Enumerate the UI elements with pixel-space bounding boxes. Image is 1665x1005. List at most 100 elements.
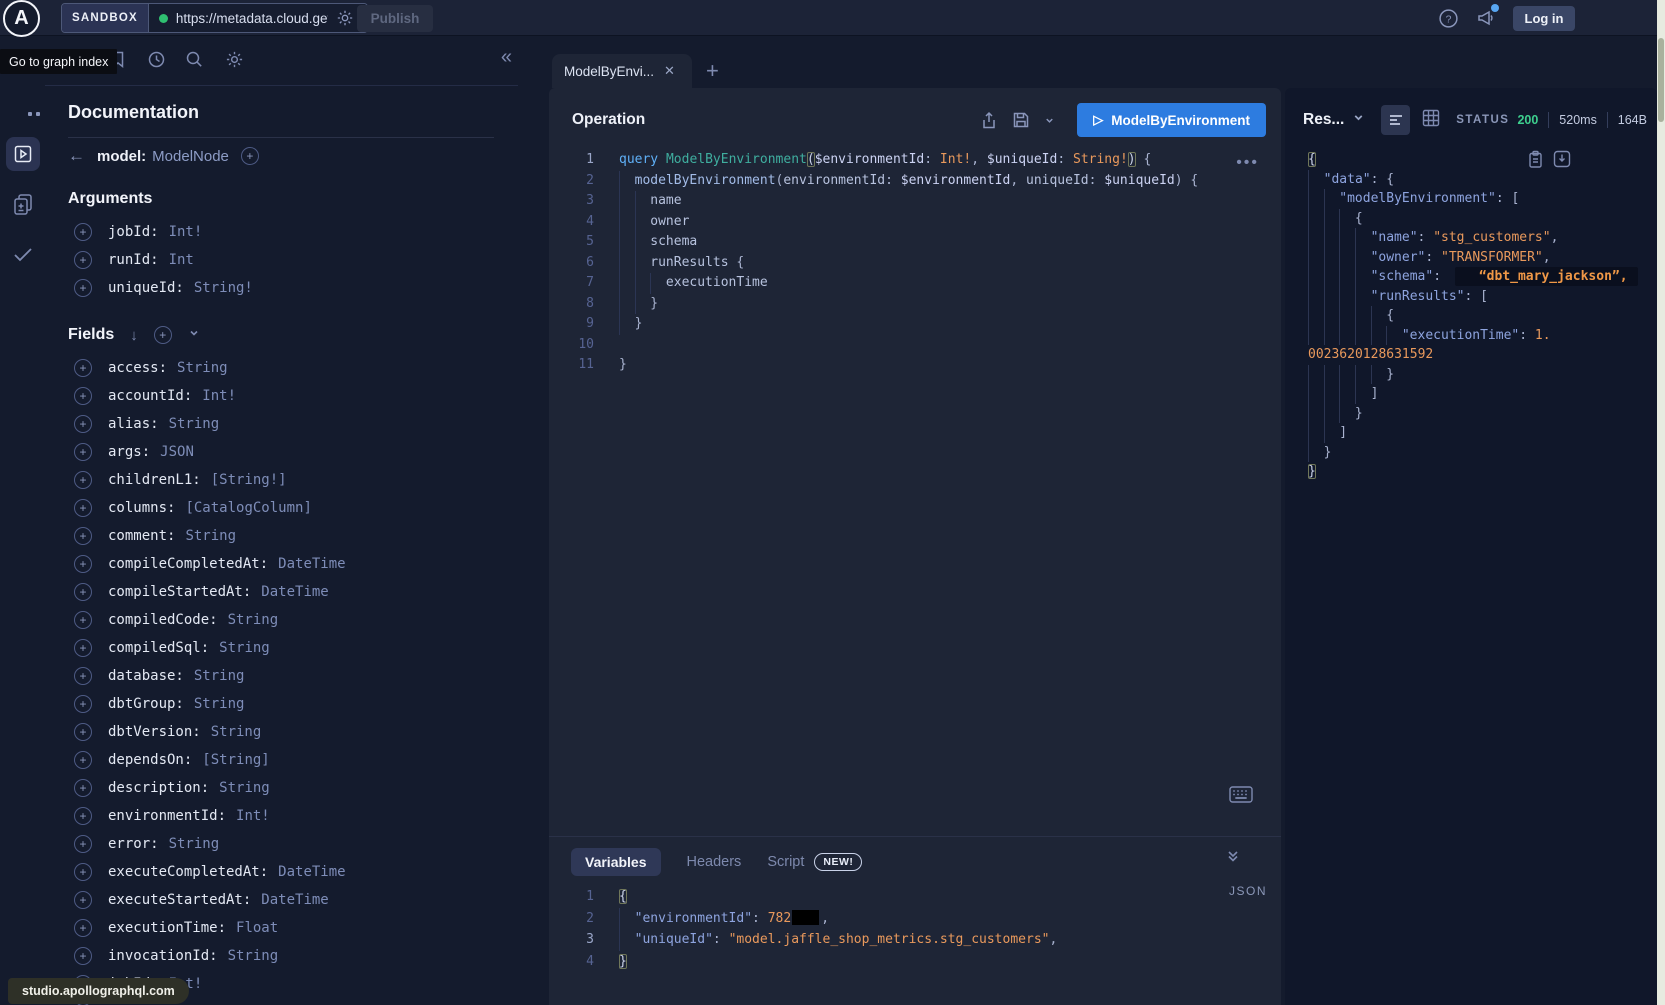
add-field-icon[interactable]: + xyxy=(74,387,92,405)
sandbox-badge[interactable]: SANDBOX xyxy=(62,4,149,32)
add-field-icon[interactable]: + xyxy=(74,863,92,881)
add-model-field-icon[interactable]: + xyxy=(241,147,259,165)
add-field-icon[interactable]: + xyxy=(74,891,92,909)
announcements-megaphone-icon[interactable] xyxy=(1475,7,1497,29)
field-type[interactable]: String xyxy=(228,948,279,964)
field-row: + dependsOn: [String] xyxy=(68,746,494,774)
field-type[interactable]: DateTime xyxy=(261,892,328,908)
add-field-icon[interactable]: + xyxy=(74,779,92,797)
add-field-icon[interactable]: + xyxy=(74,611,92,629)
settings-gear-icon[interactable] xyxy=(225,50,244,69)
argument-type[interactable]: Int xyxy=(169,252,194,268)
add-field-icon[interactable]: + xyxy=(74,835,92,853)
field-type[interactable]: String xyxy=(194,696,245,712)
endpoint-url-input[interactable]: https://metadata.cloud.get xyxy=(176,11,328,26)
tab-script[interactable]: Script xyxy=(767,854,804,870)
formatted-view-icon[interactable] xyxy=(1381,105,1410,135)
apollo-logo[interactable]: A xyxy=(3,0,40,37)
close-tab-icon[interactable]: ✕ xyxy=(664,63,675,79)
add-field-icon[interactable]: + xyxy=(74,555,92,573)
field-type[interactable]: String xyxy=(228,612,279,628)
field-type[interactable]: String xyxy=(177,360,228,376)
variables-editor[interactable]: 1{2"environmentId": 782,3"uniqueId": "mo… xyxy=(549,886,1281,972)
field-type[interactable]: Float xyxy=(236,920,278,936)
sort-fields-icon[interactable]: ↓ xyxy=(130,327,138,344)
field-name: access: xyxy=(108,360,167,376)
add-argument-icon[interactable]: + xyxy=(74,223,92,241)
argument-name: jobId: xyxy=(108,224,159,240)
add-field-icon[interactable]: + xyxy=(74,807,92,825)
schema-diff-nav-icon[interactable] xyxy=(11,192,35,221)
scrollbar-thumb[interactable] xyxy=(1658,38,1664,122)
connection-status-dot xyxy=(159,14,168,23)
field-type[interactable]: String xyxy=(185,528,236,544)
tab-variables[interactable]: Variables xyxy=(571,848,661,876)
history-icon[interactable] xyxy=(147,50,166,69)
field-type[interactable]: Int! xyxy=(236,808,270,824)
argument-type[interactable]: String! xyxy=(194,280,253,296)
add-field-icon[interactable]: + xyxy=(74,443,92,461)
field-type[interactable]: String xyxy=(169,836,220,852)
save-operation-icon[interactable] xyxy=(1012,111,1030,129)
add-field-icon[interactable]: + xyxy=(74,639,92,657)
field-type[interactable]: String xyxy=(219,640,270,656)
model-type-link[interactable]: ModelNode xyxy=(152,148,229,165)
add-field-icon[interactable]: + xyxy=(74,947,92,965)
field-type[interactable]: JSON xyxy=(160,444,194,460)
add-field-icon[interactable]: + xyxy=(74,359,92,377)
add-field-icon[interactable]: + xyxy=(74,499,92,517)
add-argument-icon[interactable]: + xyxy=(74,279,92,297)
operation-tab[interactable]: ModelByEnvi... ✕ xyxy=(552,54,692,88)
checks-nav-icon[interactable] xyxy=(11,242,35,271)
explorer-nav-icon[interactable] xyxy=(6,137,40,171)
query-editor[interactable]: 1query ModelByEnvironment($environmentId… xyxy=(549,150,1281,376)
endpoint-settings-gear-icon[interactable] xyxy=(336,9,354,27)
search-icon[interactable] xyxy=(185,50,204,69)
add-field-icon[interactable]: + xyxy=(74,751,92,769)
field-type[interactable]: [String] xyxy=(202,752,269,768)
field-type[interactable]: [CatalogColumn] xyxy=(185,500,311,516)
add-field-icon[interactable]: + xyxy=(74,695,92,713)
code-line: 7executionTime xyxy=(549,273,1281,294)
add-field-icon[interactable]: + xyxy=(74,527,92,545)
share-operation-icon[interactable] xyxy=(980,111,998,130)
help-icon[interactable]: ? xyxy=(1438,8,1459,29)
response-dropdown-chevron-icon[interactable] xyxy=(1352,111,1365,129)
field-row: + compileCompletedAt: DateTime xyxy=(68,550,494,578)
field-row: + executeStartedAt: DateTime xyxy=(68,886,494,914)
response-body[interactable]: {"data": {"modelByEnvironment": [{"name"… xyxy=(1308,150,1651,482)
field-type[interactable]: [String!] xyxy=(211,472,287,488)
add-field-icon[interactable]: + xyxy=(74,919,92,937)
add-argument-icon[interactable]: + xyxy=(74,251,92,269)
add-field-icon[interactable]: + xyxy=(74,415,92,433)
new-tab-icon[interactable]: + xyxy=(706,58,719,84)
run-operation-button[interactable]: ▷ ModelByEnvironment xyxy=(1077,103,1266,137)
save-options-chevron-icon[interactable] xyxy=(1044,115,1055,126)
field-type[interactable]: String xyxy=(211,724,262,740)
field-type[interactable]: Int! xyxy=(202,388,236,404)
collapse-panel-icon[interactable]: « xyxy=(501,46,512,69)
field-type[interactable]: DateTime xyxy=(278,556,345,572)
back-arrow-icon[interactable]: ← xyxy=(68,146,85,166)
page-scrollbar[interactable] xyxy=(1657,0,1665,1005)
graph-index-icon-partial[interactable] xyxy=(28,112,40,116)
add-all-fields-icon[interactable]: + xyxy=(154,326,172,344)
keyboard-shortcuts-icon[interactable] xyxy=(1229,786,1253,808)
add-field-icon[interactable]: + xyxy=(74,667,92,685)
field-type[interactable]: DateTime xyxy=(261,584,328,600)
field-type[interactable]: String xyxy=(194,668,245,684)
add-field-icon[interactable]: + xyxy=(74,723,92,741)
argument-type[interactable]: Int! xyxy=(169,224,203,240)
field-type[interactable]: String xyxy=(219,780,270,796)
tab-headers[interactable]: Headers xyxy=(687,854,742,870)
publish-button[interactable]: Publish xyxy=(357,5,433,32)
field-type[interactable]: DateTime xyxy=(278,864,345,880)
login-button[interactable]: Log in xyxy=(1513,6,1575,31)
fields-options-chevron-icon[interactable] xyxy=(188,326,200,344)
add-field-icon[interactable]: + xyxy=(74,583,92,601)
add-field-icon[interactable]: + xyxy=(74,471,92,489)
field-type[interactable]: String xyxy=(169,416,220,432)
field-name: environmentId: xyxy=(108,808,226,824)
table-view-icon[interactable] xyxy=(1422,109,1440,132)
collapse-variables-icon[interactable] xyxy=(1225,848,1241,869)
